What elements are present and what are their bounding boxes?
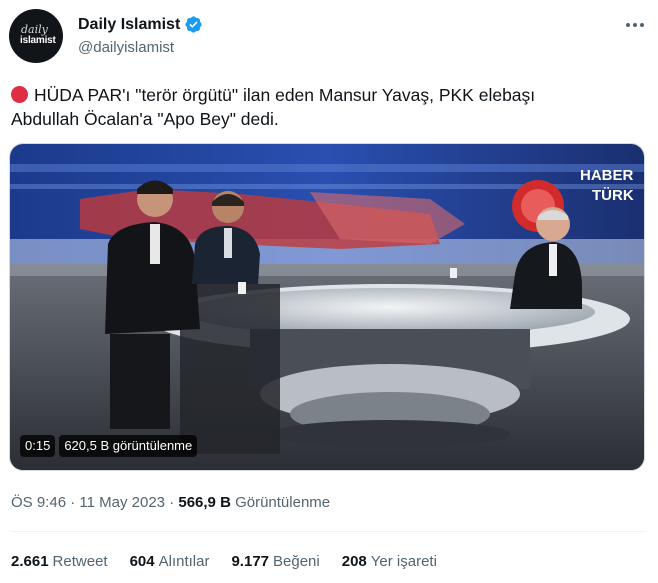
name-row: Daily Islamist <box>78 15 203 34</box>
video-thumbnail: HABER TÜRK <box>10 144 644 470</box>
more-options-icon[interactable] <box>623 15 647 35</box>
author-handle[interactable]: @dailyislamist <box>78 39 174 56</box>
channel-logo-text-1: HABER <box>580 167 634 184</box>
meta-separator-2: · <box>169 494 175 511</box>
meta-separator: · <box>70 494 76 511</box>
likes-stat[interactable]: 9.177 Beğeni <box>231 553 319 570</box>
video-views: 620,5 B görüntülenme <box>59 435 198 457</box>
bookmarks-label: Yer işareti <box>370 553 437 570</box>
quotes-label: Alıntılar <box>158 553 210 570</box>
tweet-stats: 2.661 Retweet 604 Alıntılar 9.177 Beğeni 20… <box>11 553 437 570</box>
tweet-text: HÜDA PAR'ı "terör örgütü" ilan eden Mans… <box>11 83 647 131</box>
video-player[interactable]: HABER TÜRK <box>9 143 645 471</box>
quotes-count: 604 <box>129 553 155 570</box>
retweets-stat[interactable]: 2.661 Retweet <box>11 553 108 570</box>
avatar[interactable]: daily islamist <box>9 9 63 63</box>
tweet-meta: ÖS 9:46 · 11 May 2023 · 566,9 B Görüntül… <box>11 494 330 511</box>
video-overlay: 0:15 620,5 B görüntülenme <box>20 435 198 457</box>
tweet-time[interactable]: ÖS 9:46 <box>11 494 66 511</box>
quotes-stat[interactable]: 604 Alıntılar <box>130 553 210 570</box>
verified-badge-icon <box>184 15 203 34</box>
tweet-views-label: Görüntülenme <box>235 494 331 511</box>
red-circle-icon <box>11 86 28 103</box>
tweet-text-line-1: HÜDA PAR'ı "terör örgütü" ilan eden Mans… <box>11 83 647 107</box>
tweet-text-line-2: Abdullah Öcalan'a "Apo Bey" dedi. <box>11 109 279 129</box>
video-duration: 0:15 <box>20 435 56 457</box>
bookmarks-count: 208 <box>341 553 367 570</box>
divider <box>11 531 645 532</box>
tweet-views-count: 566,9 B <box>178 494 231 511</box>
tweet-text-line-1-content: HÜDA PAR'ı "terör örgütü" ilan eden Mans… <box>34 85 536 105</box>
author-display-name[interactable]: Daily Islamist <box>78 16 180 34</box>
tweet-header: daily islamist Daily Islamist @dailyisla… <box>9 9 649 65</box>
avatar-text-islamist: islamist <box>20 35 56 46</box>
channel-logo-text-2: TÜRK <box>592 187 634 204</box>
likes-count: 9.177 <box>231 553 270 570</box>
retweets-label: Retweet <box>52 553 108 570</box>
tweet-date[interactable]: 11 May 2023 <box>79 494 165 511</box>
likes-label: Beğeni <box>273 553 320 570</box>
bookmarks-stat[interactable]: 208 Yer işareti <box>342 553 437 570</box>
retweets-count: 2.661 <box>11 553 49 570</box>
